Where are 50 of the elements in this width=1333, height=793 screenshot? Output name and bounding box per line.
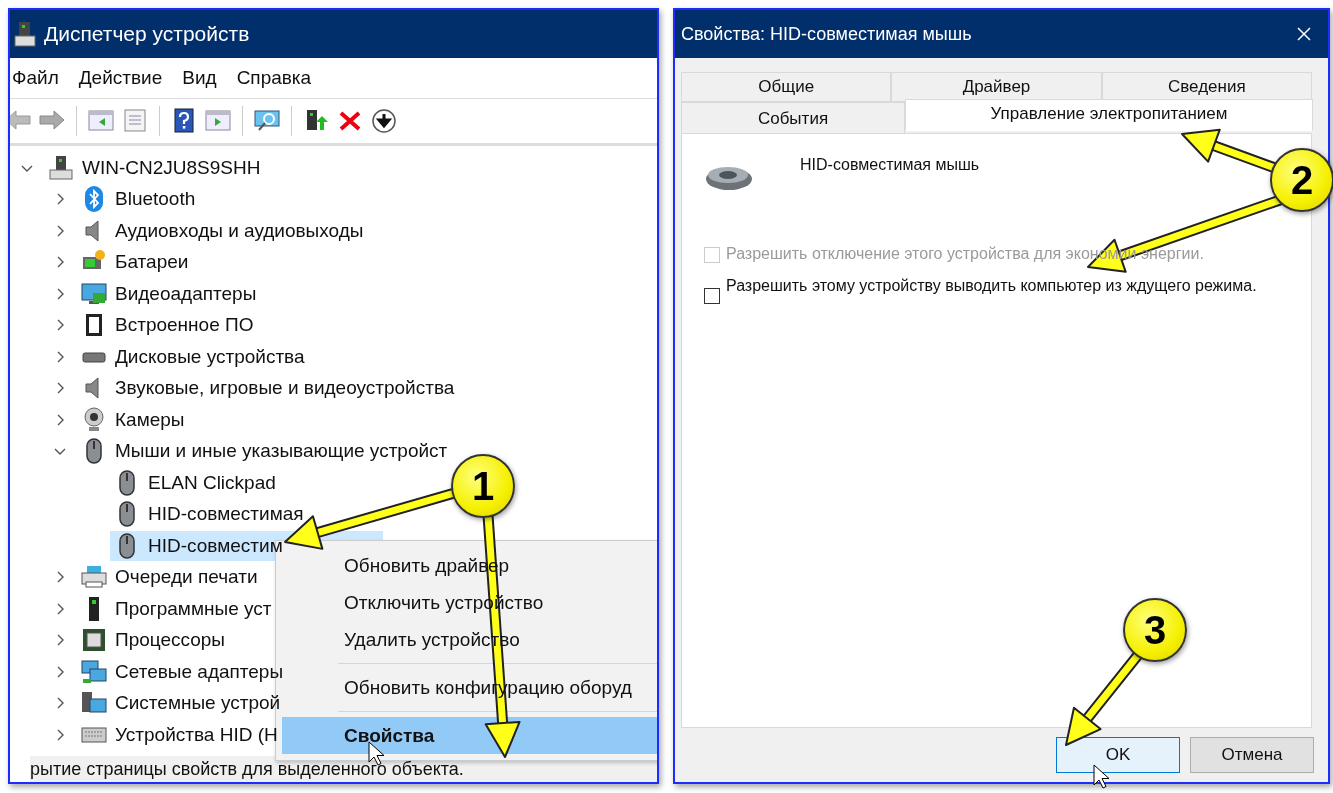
tree-item[interactable]: Камеры [77,404,189,435]
tree-item[interactable]: Встроенное ПО [77,310,258,341]
menu-item[interactable]: Справка [234,67,328,89]
tree-item[interactable]: Сетевые адаптеры [77,656,288,687]
menu-item[interactable]: Файл [10,67,75,89]
processor-icon [81,627,107,654]
menu-item[interactable]: Действие [76,67,179,89]
window-icon[interactable] [87,108,115,134]
cancel-button[interactable]: Отмена [1190,737,1314,773]
tree-item[interactable]: Аудиовходы и аудиовыходы [77,215,368,246]
cursor-icon [368,741,385,766]
download-icon[interactable] [370,108,398,134]
printer-icon [81,564,107,591]
menu-item[interactable]: Вид [180,67,233,89]
tab[interactable]: Управление электропитанием [905,99,1313,131]
network-icon [81,658,107,685]
tree-item[interactable]: ELAN Clickpad [110,467,280,498]
tree-item[interactable]: Bluetooth [77,184,200,215]
computer-icon [48,154,74,181]
tab[interactable]: Драйвер [891,72,1102,102]
tree-item[interactable]: Дисковые устройства [77,341,309,372]
webcam-icon [81,406,107,433]
tab[interactable]: Сведения [1101,72,1312,102]
tree-item[interactable]: Программные уст [77,593,276,624]
tree-item[interactable]: WIN-CN2JU8S9SHH [44,152,265,183]
window-title: Свойства: HID-совместимая мышь [680,23,973,45]
device-name: HID-совместимая мышь [800,156,980,174]
tree-item[interactable]: Звуковые, игровые и видеоустройства [77,373,459,404]
tree-item[interactable]: HID-совместимая [110,499,308,530]
checkbox-label: Разрешить отключение этого устройства для экономии энергии. [726,244,1205,264]
tab[interactable]: Общие [681,72,892,102]
close-icon [1296,26,1312,42]
ok-button[interactable]: OK [1056,737,1180,773]
cursor-icon [1093,764,1110,789]
checkbox-label: Разрешить этому устройству выводить компьютер из ждущего режима. [726,276,1258,296]
tree-item[interactable]: Процессоры [77,625,230,656]
tree-item[interactable]: Батареи [77,247,193,278]
monitor-icon [81,280,107,307]
window-icon[interactable] [204,108,232,134]
tree-item[interactable]: Видеоадаптеры [77,278,261,309]
menu-item[interactable]: Свойства [282,717,657,754]
tree-item[interactable]: Системные устрой [77,688,285,719]
tab[interactable]: События [681,102,905,136]
tree-item[interactable]: Очереди печати [77,562,262,593]
tree-item[interactable]: Мыши и иные указывающие устройст [77,436,452,467]
computer-icon [14,21,36,47]
tree-item[interactable]: Устройства HID (Н [77,719,282,750]
window-title: Диспетчер устройств [44,22,250,46]
status-text: рытие страницы свойств для выделенного объекта. [30,759,464,780]
checkbox[interactable] [704,288,720,304]
